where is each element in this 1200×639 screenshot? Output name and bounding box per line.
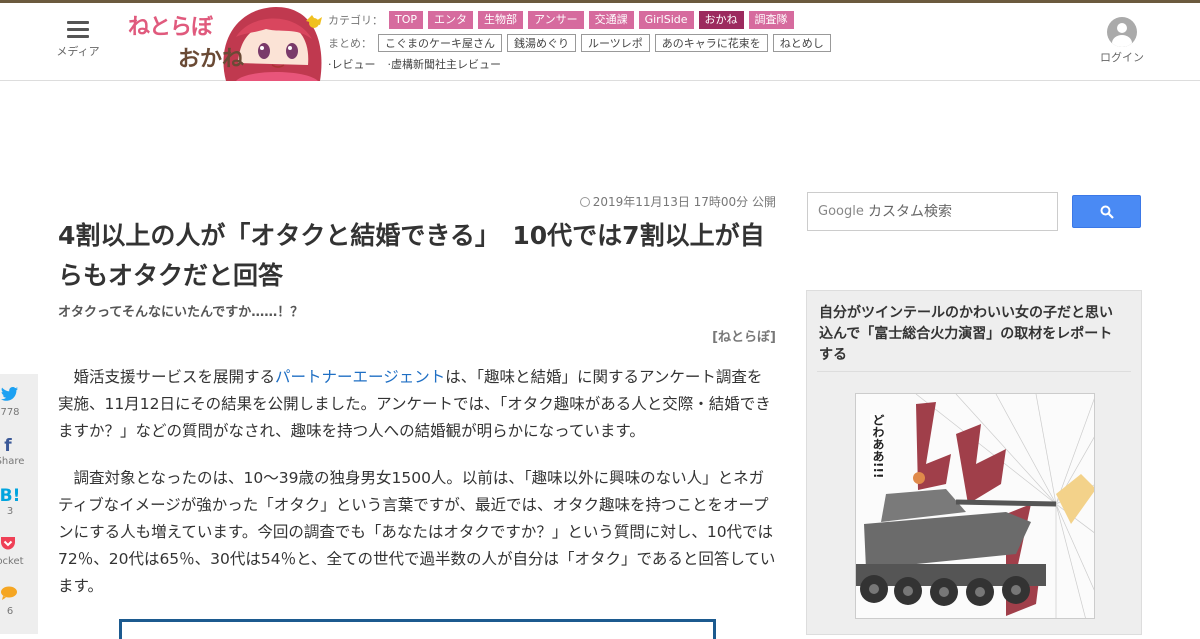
user-avatar-icon bbox=[1107, 17, 1137, 47]
site-header: メディア ねとらぼ おかね カテゴリ： TOP エンタ 生物部 アンサー 交通課… bbox=[0, 3, 1200, 81]
article-source: [ねとらぼ] bbox=[712, 330, 776, 345]
comment-icon bbox=[0, 586, 38, 606]
login-label: ログイン bbox=[1100, 51, 1144, 64]
partner-agent-link[interactable]: パートナーエージェント bbox=[275, 368, 445, 386]
summary-nav: まとめ： こぐまのケーキ屋さん 銭湯めぐり ルーツレポ あのキャラに花束を ねと… bbox=[328, 34, 836, 52]
manga-sfx-text: どわああ!!! bbox=[870, 414, 885, 479]
clock-icon bbox=[579, 197, 590, 207]
logo-text-netorabo: ねとらぼ bbox=[128, 15, 213, 40]
featured-article-card[interactable]: 自分がツインテールのかわいい女の子だと思い込んで「富士総合火力演習」の取材をレポ… bbox=[806, 290, 1142, 635]
comment-count: 6 bbox=[6, 606, 14, 617]
media-menu-button[interactable]: メディア bbox=[52, 21, 104, 59]
pocket-label: ocket bbox=[0, 556, 24, 567]
search-icon bbox=[1100, 205, 1114, 219]
article-subtitle: オタクってそんなにいたんですか……！？ bbox=[58, 305, 304, 320]
category-tab-okane[interactable]: おかね bbox=[698, 11, 744, 29]
category-tab-top[interactable]: TOP bbox=[389, 11, 424, 29]
article-paragraph-1: 婚活支援サービスを展開するパートナーエージェントは、「趣味と結婚」に関するアンケ… bbox=[58, 364, 776, 445]
summary-link-netomeshi[interactable]: ねとめし bbox=[772, 34, 831, 52]
category-label: カテゴリ： bbox=[328, 14, 383, 27]
twitter-share-button[interactable]: 778 bbox=[0, 386, 38, 419]
twitter-icon bbox=[0, 386, 38, 407]
login-button[interactable]: ログイン bbox=[1098, 17, 1146, 65]
paragraph-text: 婚活支援サービスを展開する bbox=[73, 368, 276, 386]
review-link[interactable]: ·レビュー bbox=[328, 56, 376, 72]
logo-text-okane: おかね bbox=[178, 47, 245, 72]
share-bar: 778 f Share B! 3 ocket 6 bbox=[0, 374, 38, 634]
hatena-count: 3 bbox=[6, 506, 14, 517]
site-logo[interactable]: ねとらぼ おかね bbox=[126, 3, 332, 81]
featured-article-thumbnail[interactable]: どわああ!!! bbox=[855, 393, 1095, 619]
comment-button[interactable]: 6 bbox=[0, 586, 38, 618]
hatena-icon: B! bbox=[0, 486, 21, 506]
review-nav: ·レビュー ·虚構新聞社主レビュー bbox=[328, 56, 513, 72]
category-tab-kotsuka[interactable]: 交通課 bbox=[588, 11, 634, 29]
category-nav: カテゴリ： TOP エンタ 生物部 アンサー 交通課 GirlSide おかね … bbox=[328, 11, 799, 29]
pocket-button[interactable]: ocket bbox=[0, 536, 38, 568]
manga-tank-illustration bbox=[856, 394, 1094, 618]
category-tab-enta[interactable]: エンタ bbox=[428, 11, 474, 29]
summary-label: まとめ： bbox=[328, 37, 372, 50]
publish-date: 2019年11月13日 17時00分 公開 bbox=[560, 193, 776, 210]
article-title: 4割以上の人が「オタクと結婚できる」 10代では7割以上が自らもオタクだと回答 bbox=[58, 221, 765, 290]
summary-link-sento[interactable]: 銭湯めぐり bbox=[507, 34, 576, 52]
category-tab-seibutsubu[interactable]: 生物部 bbox=[478, 11, 524, 29]
summary-link-hanataba[interactable]: あのキャラに花束を bbox=[654, 34, 768, 52]
kyoko-review-link[interactable]: ·虚構新聞社主レビュー bbox=[388, 56, 502, 72]
publish-date-text: 2019年11月13日 17時00分 公開 bbox=[592, 195, 776, 209]
facebook-share-button[interactable]: f Share bbox=[0, 436, 38, 468]
media-menu-label: メディア bbox=[56, 45, 100, 58]
facebook-share-label: Share bbox=[0, 456, 25, 467]
custom-search-input[interactable] bbox=[868, 201, 1048, 223]
embedded-figure-frame bbox=[119, 619, 716, 639]
twitter-share-count: 778 bbox=[0, 407, 20, 418]
search-button[interactable] bbox=[1072, 195, 1141, 228]
category-tab-girlside[interactable]: GirlSide bbox=[638, 11, 694, 29]
hatena-bookmark-button[interactable]: B! 3 bbox=[0, 486, 38, 518]
facebook-icon: f bbox=[4, 436, 12, 456]
summary-link-roots[interactable]: ルーツレポ bbox=[581, 34, 650, 52]
custom-search-box: Google bbox=[807, 192, 1058, 231]
hamburger-icon bbox=[67, 21, 89, 39]
article-paragraph-2: 調査対象となったのは、10～39歳の独身男女1500人。以前は、「趣味以外に興味… bbox=[58, 469, 776, 595]
category-tab-answer[interactable]: アンサー bbox=[528, 11, 584, 29]
google-brand-label: Google bbox=[818, 204, 864, 219]
category-tab-chosatai[interactable]: 調査隊 bbox=[748, 11, 794, 29]
summary-link-koguma[interactable]: こぐまのケーキ屋さん bbox=[378, 34, 502, 52]
featured-article-title[interactable]: 自分がツインテールのかわいい女の子だと思い込んで「富士総合火力演習」の取材をレポ… bbox=[819, 303, 1125, 366]
card-divider bbox=[817, 371, 1131, 372]
pocket-icon bbox=[0, 536, 38, 556]
